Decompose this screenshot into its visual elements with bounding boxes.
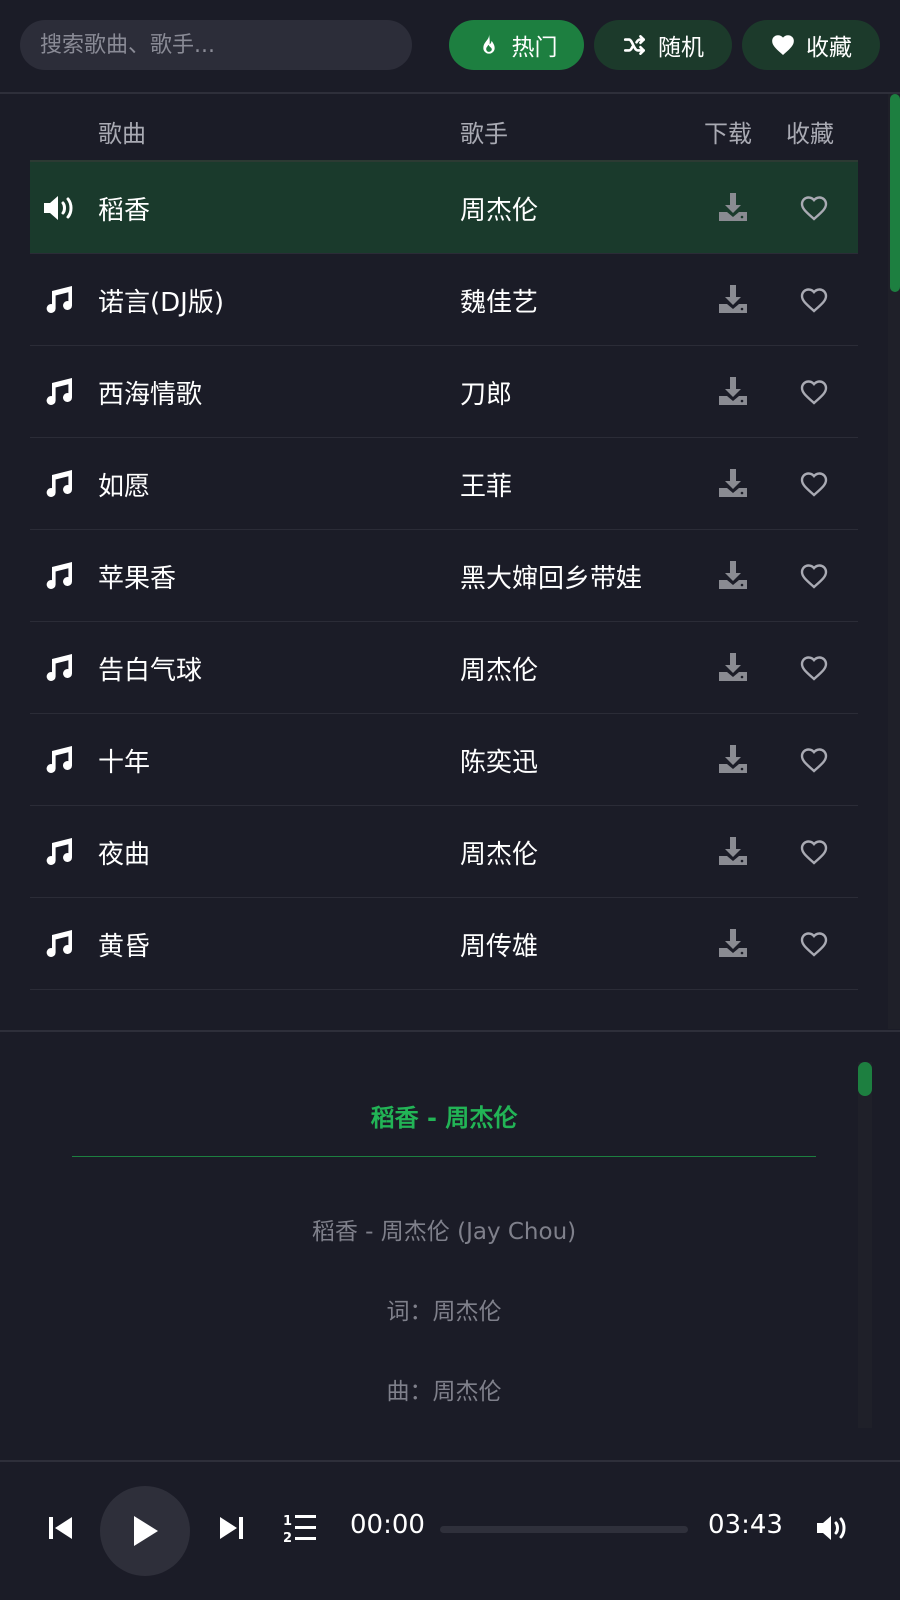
song-row[interactable]: 告白气球 周杰伦 — [30, 622, 858, 714]
hot-label: 热门 — [511, 35, 558, 61]
heart-icon — [772, 35, 794, 55]
lyrics-title-underline — [72, 1156, 816, 1157]
header-artist: 歌手 — [460, 120, 508, 148]
random-label: 随机 — [658, 35, 704, 61]
song-title: 告白气球 — [98, 656, 203, 686]
lyrics-panel: 稻香 - 周杰伦 稻香 - 周杰伦 (Jay Chou) 词：周杰伦 曲：周杰伦 — [0, 1032, 900, 1460]
favorites-button[interactable]: 收藏 — [742, 20, 880, 70]
lyrics-scrollbar-thumb[interactable] — [858, 1062, 872, 1096]
song-artist: 周杰伦 — [460, 840, 539, 870]
song-artist: 周杰伦 — [460, 196, 539, 226]
music-note-icon — [46, 746, 73, 774]
song-list: 歌曲 歌手 下载 收藏 稻香 周杰伦 诺言(DJ版) 魏佳艺 西海情歌 刀郎 如… — [30, 94, 858, 1029]
speaker-icon — [44, 196, 73, 220]
heart-outline-icon[interactable] — [798, 468, 830, 500]
lyrics-title: 稻香 - 周杰伦 — [370, 1104, 518, 1132]
download-icon[interactable] — [716, 282, 750, 316]
song-row[interactable]: 夜曲 周杰伦 — [30, 806, 858, 898]
lyric-line: 稻香 - 周杰伦 (Jay Chou) — [311, 1219, 577, 1245]
hot-button[interactable]: 热门 — [449, 20, 584, 70]
skip-next-icon[interactable] — [216, 1513, 246, 1543]
music-note-icon — [46, 930, 73, 958]
lyric-line: 词：周杰伦 — [386, 1299, 502, 1325]
favorites-label: 收藏 — [806, 35, 852, 61]
song-row-active[interactable]: 稻香 周杰伦 — [30, 162, 858, 254]
flame-icon — [482, 34, 495, 54]
download-icon[interactable] — [716, 834, 750, 868]
total-time: 03:43 — [708, 1510, 783, 1540]
heart-outline-icon[interactable] — [798, 376, 830, 408]
music-note-icon — [46, 286, 73, 314]
skip-previous-icon[interactable] — [46, 1513, 76, 1543]
music-note-icon — [46, 838, 73, 866]
song-title: 黄昏 — [98, 932, 151, 962]
download-icon[interactable] — [716, 466, 750, 500]
song-row[interactable]: 诺言(DJ版) 魏佳艺 — [30, 254, 858, 346]
music-note-icon — [46, 378, 73, 406]
heart-outline-icon[interactable] — [798, 836, 830, 868]
song-row[interactable]: 西海情歌 刀郎 — [30, 346, 858, 438]
download-icon[interactable] — [716, 374, 750, 408]
heart-outline-icon[interactable] — [798, 560, 830, 592]
music-note-icon — [46, 562, 73, 590]
song-title: 稻香 — [98, 196, 151, 226]
download-icon[interactable] — [716, 650, 750, 684]
list-scrollbar-thumb[interactable] — [890, 94, 900, 292]
song-row[interactable]: 如愿 王菲 — [30, 438, 858, 530]
song-artist: 周杰伦 — [460, 656, 539, 686]
lyrics-scrollbar-track[interactable] — [858, 1062, 872, 1428]
download-icon[interactable] — [716, 558, 750, 592]
song-row[interactable]: 黄昏 周传雄 — [30, 898, 858, 990]
heart-outline-icon[interactable] — [798, 284, 830, 316]
header-download: 下载 — [704, 120, 752, 148]
song-title: 诺言(DJ版) — [98, 288, 224, 318]
song-artist: 黑大婶回乡带娃 — [460, 564, 643, 594]
play-icon — [134, 1516, 158, 1546]
song-title: 苹果香 — [98, 564, 177, 594]
current-time: 00:00 — [350, 1510, 425, 1540]
song-title: 如愿 — [98, 472, 151, 502]
list-header: 歌曲 歌手 下载 收藏 — [30, 94, 858, 162]
music-note-icon — [46, 470, 73, 498]
svg-text:2: 2 — [283, 1531, 292, 1545]
heart-outline-icon[interactable] — [798, 928, 830, 960]
play-button[interactable] — [100, 1486, 190, 1576]
heart-outline-icon[interactable] — [798, 192, 830, 224]
song-title: 十年 — [98, 748, 151, 778]
svg-text:1: 1 — [283, 1514, 292, 1529]
shuffle-icon — [623, 35, 645, 55]
header-song: 歌曲 — [98, 120, 146, 148]
download-icon[interactable] — [716, 742, 750, 776]
song-artist: 周传雄 — [460, 932, 539, 962]
song-artist: 陈奕迅 — [460, 748, 539, 778]
music-note-icon — [46, 654, 73, 682]
lyric-line: 曲：周杰伦 — [386, 1379, 502, 1405]
top-bar: 热门 随机 收藏 — [0, 0, 900, 92]
download-icon[interactable] — [716, 926, 750, 960]
header-favorite: 收藏 — [786, 120, 834, 148]
search-input[interactable] — [20, 20, 412, 70]
song-title: 西海情歌 — [98, 380, 203, 410]
heart-outline-icon[interactable] — [798, 652, 830, 684]
song-row[interactable]: 十年 陈奕迅 — [30, 714, 858, 806]
song-row[interactable]: 苹果香 黑大婶回乡带娃 — [30, 530, 858, 622]
song-artist: 魏佳艺 — [460, 288, 539, 318]
song-artist: 刀郎 — [460, 380, 513, 410]
download-icon[interactable] — [716, 190, 750, 224]
random-button[interactable]: 随机 — [594, 20, 732, 70]
song-artist: 王菲 — [460, 472, 513, 502]
player-bar: 12 00:00 03:43 — [0, 1462, 900, 1600]
progress-bar[interactable] — [440, 1526, 688, 1533]
ordered-list-icon[interactable]: 12 — [282, 1511, 318, 1545]
song-title: 夜曲 — [98, 840, 151, 870]
volume-icon[interactable] — [814, 1512, 850, 1544]
heart-outline-icon[interactable] — [798, 744, 830, 776]
